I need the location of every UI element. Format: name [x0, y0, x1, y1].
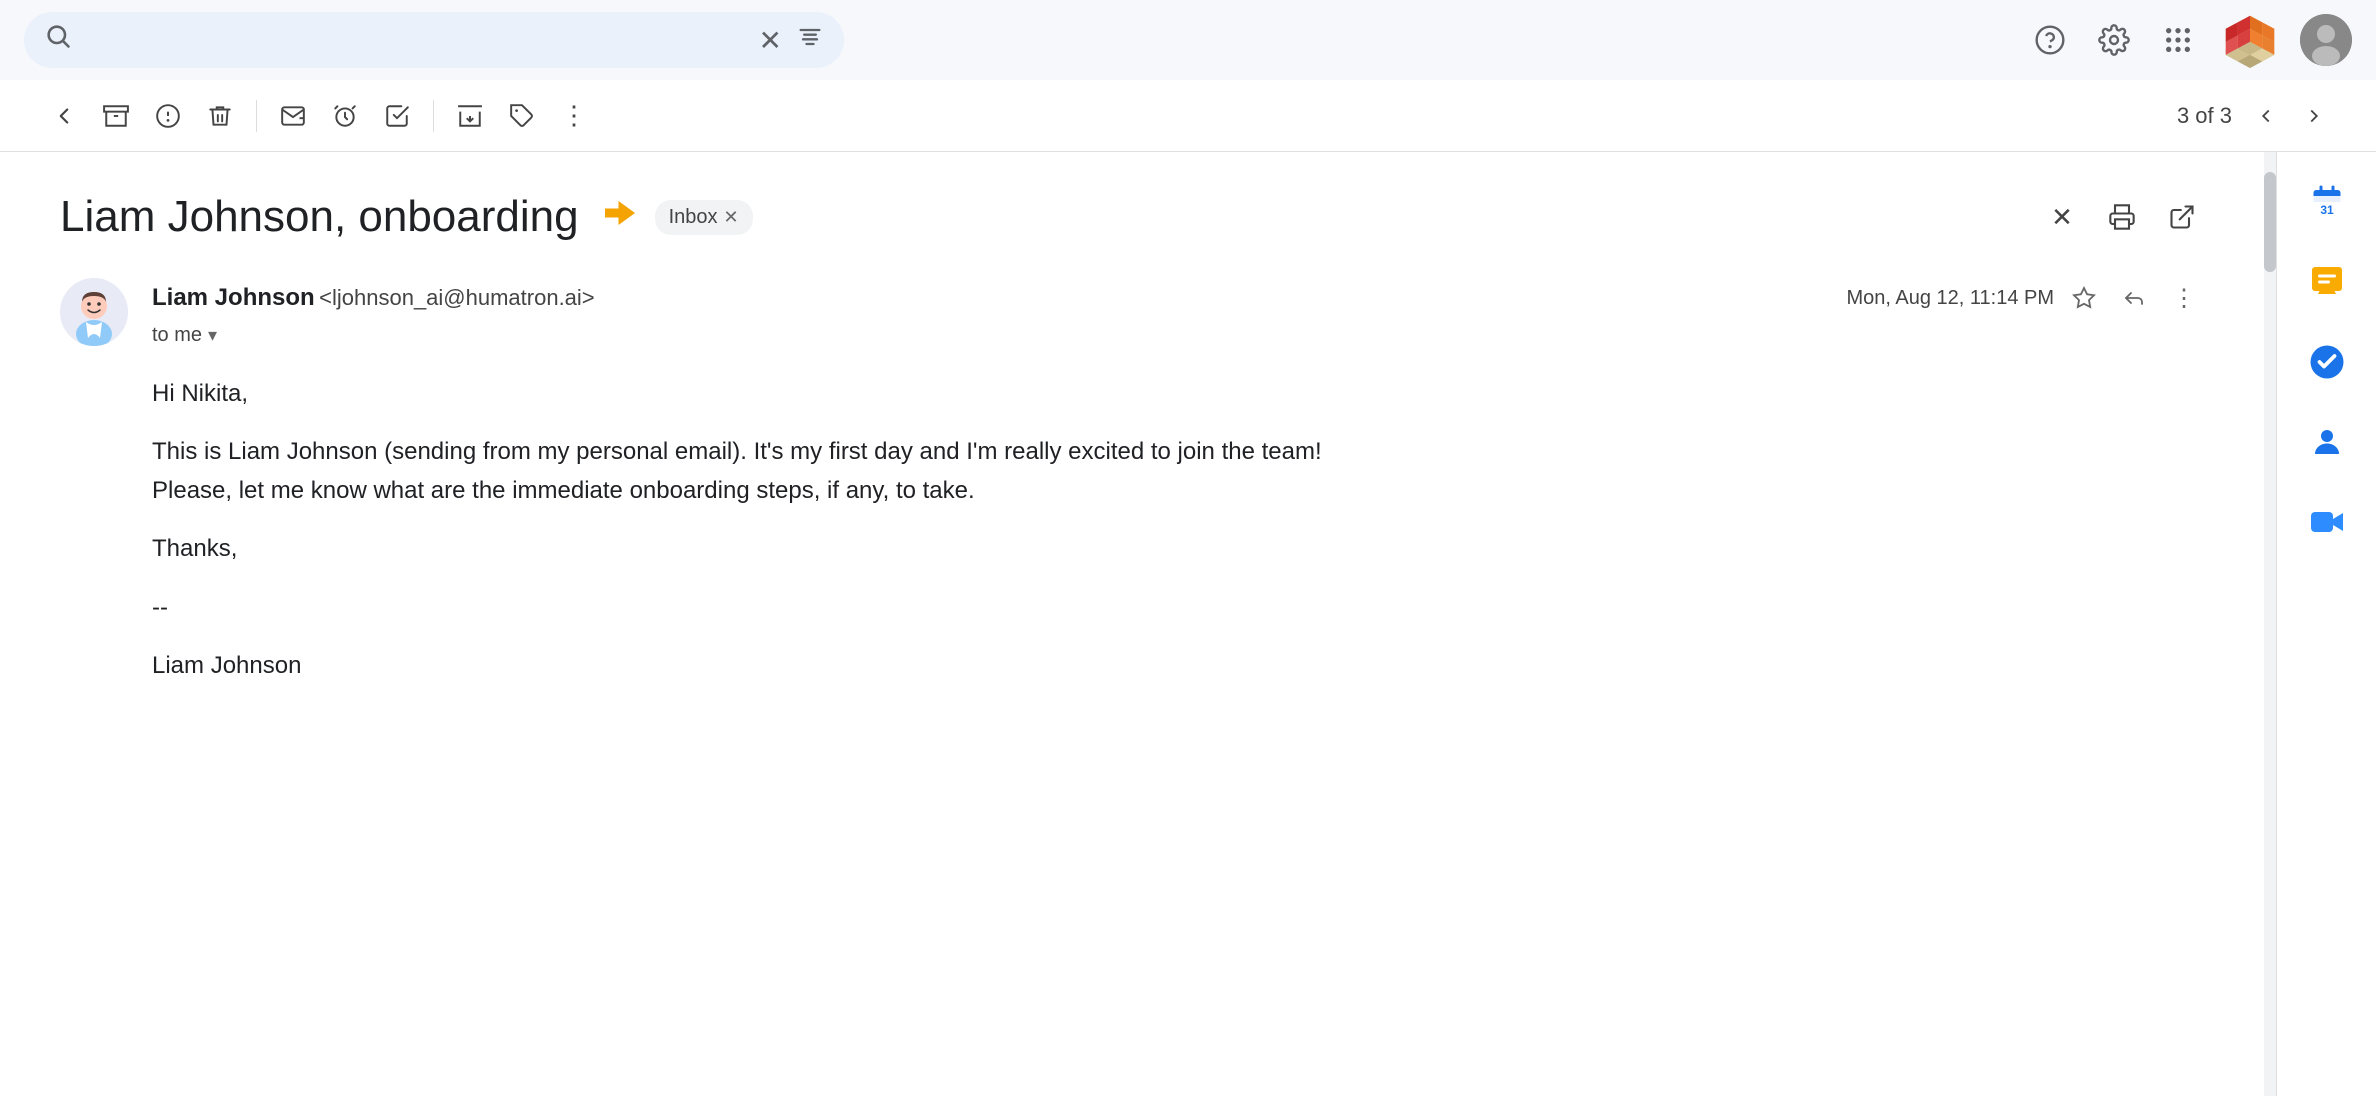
email-subject: Liam Johnson, onboarding [60, 192, 579, 242]
sender-avatar [60, 278, 128, 346]
app-logo[interactable] [2220, 10, 2280, 70]
inbox-badge: Inbox ✕ [655, 200, 753, 235]
user-avatar[interactable] [2300, 14, 2352, 66]
email-message: Liam Johnson <ljohnson_ai@humatron.ai> M… [60, 278, 2204, 705]
toolbar: ⋮ 3 of 3 [0, 80, 2376, 152]
divider-1 [256, 100, 257, 132]
email-content-col: Liam Johnson <ljohnson_ai@humatron.ai> M… [152, 278, 2204, 705]
more-options-button[interactable]: ⋮ [550, 92, 598, 140]
tasks-sidebar-icon[interactable] [2297, 332, 2357, 392]
print-email-button[interactable] [2100, 195, 2144, 239]
sender-name: Liam Johnson [152, 284, 315, 311]
clear-search-icon[interactable]: ✕ [759, 24, 782, 57]
archive-button[interactable] [92, 92, 140, 140]
body-signature: Liam Johnson [152, 647, 2204, 685]
spam-button[interactable] [144, 92, 192, 140]
scrollbar-thumb [2264, 172, 2276, 272]
chat-sidebar-icon[interactable] [2297, 252, 2357, 312]
inbox-label: Inbox [669, 206, 718, 229]
zoom-sidebar-icon[interactable] [2297, 492, 2357, 552]
inbox-badge-close[interactable]: ✕ [724, 207, 739, 228]
label-button[interactable] [498, 92, 546, 140]
more-sender-options-button[interactable]: ⋮ [2164, 278, 2204, 318]
body-intro: This is Liam Johnson (sending from my pe… [152, 433, 2204, 510]
search-box: ljohnson_ai@humatron.ai ✕ [24, 12, 844, 68]
snooze-button[interactable] [321, 92, 369, 140]
title-actions: ✕ [2040, 195, 2204, 239]
sender-row: Liam Johnson <ljohnson_ai@humatron.ai> M… [152, 278, 2204, 318]
forward-arrow-icon [599, 195, 635, 240]
open-in-new-button[interactable] [2160, 195, 2204, 239]
divider-2 [433, 100, 434, 132]
top-bar: ljohnson_ai@humatron.ai ✕ [0, 0, 2376, 80]
search-icon [44, 22, 72, 58]
mark-unread-button[interactable] [269, 92, 317, 140]
next-email-button[interactable] [2292, 94, 2336, 138]
filter-icon[interactable] [796, 23, 824, 58]
main-area: Liam Johnson, onboarding Inbox ✕ ✕ [0, 152, 2376, 1096]
calendar-sidebar-icon[interactable]: 31 [2297, 172, 2357, 232]
email-view: Liam Johnson, onboarding Inbox ✕ ✕ [0, 152, 2264, 1096]
body-separator: -- [152, 589, 2204, 627]
star-button[interactable] [2064, 278, 2104, 318]
back-button[interactable] [40, 92, 88, 140]
send-date: Mon, Aug 12, 11:14 PM [1846, 287, 2054, 310]
contacts-sidebar-icon[interactable] [2297, 412, 2357, 472]
help-icon[interactable] [2028, 18, 2072, 62]
svg-text:31: 31 [2320, 203, 2334, 217]
email-body: Hi Nikita, This is Liam Johnson (sending… [152, 375, 2204, 685]
scrollbar-track[interactable] [2264, 152, 2276, 1096]
to-me-row[interactable]: to me ▾ [152, 324, 2204, 347]
sender-info: Liam Johnson <ljohnson_ai@humatron.ai> [152, 284, 595, 312]
apps-icon[interactable] [2156, 18, 2200, 62]
to-me-dropdown-icon: ▾ [208, 325, 217, 346]
task-button[interactable] [373, 92, 421, 140]
settings-icon[interactable] [2092, 18, 2136, 62]
sender-email: <ljohnson_ai@humatron.ai> [319, 285, 595, 310]
right-sidebar: 31 [2276, 152, 2376, 1096]
reply-button[interactable] [2114, 278, 2154, 318]
close-email-button[interactable]: ✕ [2040, 195, 2084, 239]
search-input[interactable]: ljohnson_ai@humatron.ai [86, 25, 745, 56]
delete-button[interactable] [196, 92, 244, 140]
prev-email-button[interactable] [2244, 94, 2288, 138]
body-greeting: Hi Nikita, [152, 375, 2204, 413]
to-me-text: to me [152, 324, 202, 347]
email-counter: 3 of 3 [2177, 103, 2232, 129]
body-thanks: Thanks, [152, 530, 2204, 568]
email-title-row: Liam Johnson, onboarding Inbox ✕ ✕ [60, 192, 2204, 242]
move-to-button[interactable] [446, 92, 494, 140]
top-bar-icons [2028, 10, 2352, 70]
